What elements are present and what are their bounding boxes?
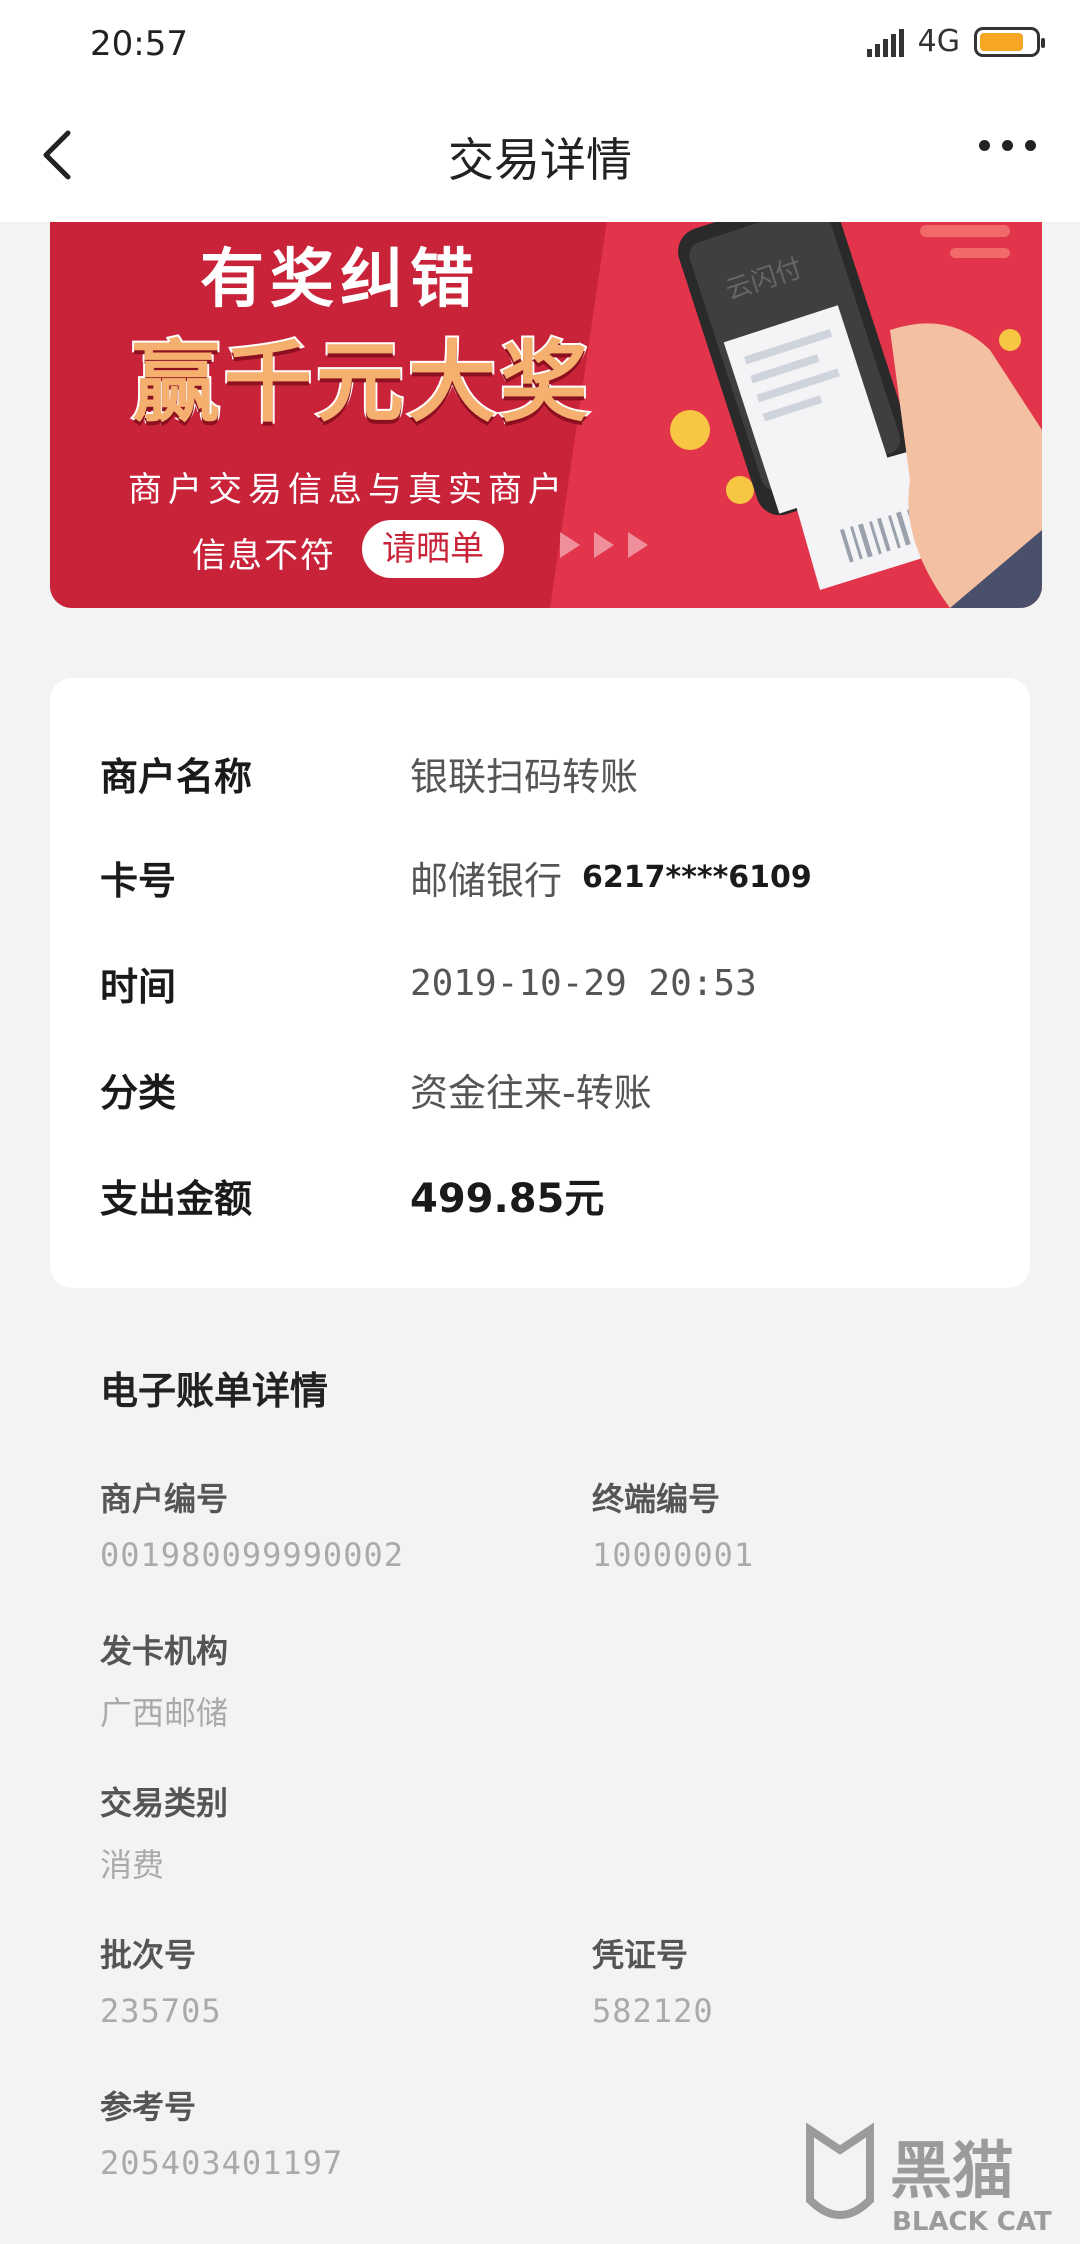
status-icons: 4G [866, 24, 1045, 59]
merchant-row: 商户名称 银联扫码转账 [100, 746, 638, 801]
status-time: 20:57 [90, 24, 188, 64]
batch-value: 235705 [100, 1992, 222, 2030]
card-label: 卡号 [100, 859, 177, 903]
amount-row: 支出金额 499.85元 [100, 1166, 604, 1224]
amount-label: 支出金额 [100, 1176, 253, 1221]
voucher-field: 凭证号 582120 [592, 1930, 714, 2030]
merchant-no-value: 001980099990002 [100, 1536, 404, 1574]
category-value: 资金往来-转账 [410, 1071, 652, 1115]
page-title: 交易详情 [448, 133, 632, 187]
reference-field: 参考号 205403401197 [100, 2082, 343, 2182]
terminal-no-value: 10000001 [592, 1536, 755, 1574]
promo-banner[interactable]: 云闪付 有奖纠错 赢千元大奖 商户交易信息与真实商户 信息不符 请晒单 [50, 200, 1042, 608]
blackcat-watermark-logo: 黑猫 BLACK CAT [806, 2122, 1052, 2237]
terminal-no-field: 终端编号 10000001 [592, 1474, 754, 1574]
reference-label: 参考号 [100, 2088, 197, 2126]
time-row: 时间 2019-10-29 20:53 [100, 956, 757, 1011]
card-bank: 邮储银行 [410, 859, 563, 903]
network-type: 4G [917, 24, 960, 59]
batch-field: 批次号 235705 [100, 1930, 222, 2030]
batch-label: 批次号 [100, 1936, 197, 1974]
banner-title: 有奖纠错 [200, 243, 480, 317]
ebill-title: 电子账单详情 [100, 1369, 329, 1413]
card-row: 卡号 邮储银行 6217****6109 [100, 850, 812, 905]
merchant-no-field: 商户编号 001980099990002 [100, 1474, 404, 1574]
more-dots-icon [979, 140, 990, 151]
signal-icon [866, 27, 904, 57]
category-row: 分类 资金往来-转账 [100, 1062, 652, 1117]
banner-headline: 赢千元大奖 [130, 329, 593, 436]
time-label: 时间 [100, 965, 177, 1009]
app-header: 20:57 4G 交易详情 [0, 0, 1080, 222]
merchant-label: 商户名称 [100, 755, 253, 799]
type-label: 交易类别 [100, 1784, 229, 1822]
time-value: 2019-10-29 20:53 [410, 963, 757, 1004]
merchant-no-label: 商户编号 [100, 1480, 229, 1518]
category-label: 分类 [100, 1071, 177, 1115]
arrow-icons [560, 532, 648, 558]
issuer-value: 广西邮储 [100, 1694, 229, 1732]
merchant-value: 银联扫码转账 [410, 755, 639, 799]
banner-line2: 信息不符 [192, 536, 336, 576]
more-button[interactable] [979, 140, 1036, 151]
battery-icon [974, 26, 1045, 57]
type-value: 消费 [100, 1846, 165, 1884]
transaction-card: 商户名称 银联扫码转账 卡号 邮储银行 6217****6109 时间 2019… [50, 678, 1030, 1288]
watermark-text-cn: 黑猫 [890, 2134, 1014, 2207]
voucher-value: 582120 [592, 1992, 714, 2030]
banner-line1: 商户交易信息与真实商户 [128, 470, 568, 510]
voucher-label: 凭证号 [592, 1936, 689, 1974]
type-field: 交易类别 消费 [100, 1778, 228, 1886]
watermark-text-en: BLACK CAT [892, 2207, 1052, 2237]
banner-cta-button[interactable]: 请晒单 [362, 520, 504, 578]
issuer-label: 发卡机构 [100, 1632, 229, 1670]
issuer-field: 发卡机构 广西邮储 [100, 1626, 228, 1734]
card-number: 6217****6109 [582, 860, 812, 895]
terminal-no-label: 终端编号 [592, 1480, 721, 1518]
reference-value: 205403401197 [100, 2144, 344, 2182]
amount-value: 499.85元 [410, 1176, 605, 1222]
